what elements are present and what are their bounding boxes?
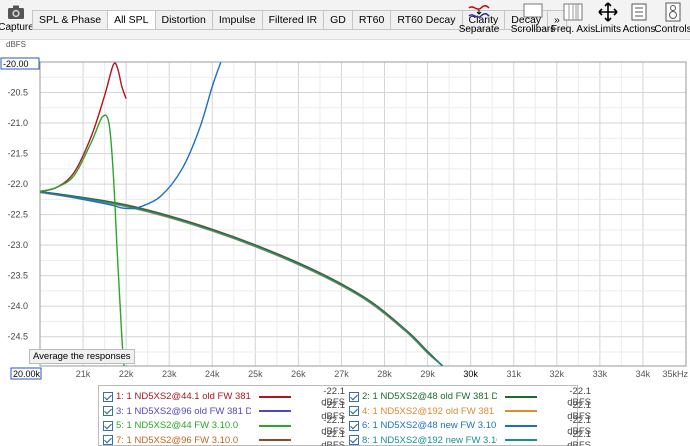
tab-5[interactable]: GD	[324, 10, 353, 30]
x-tick-label: 26k	[291, 369, 306, 379]
scrollbars-button[interactable]: Scrollbars	[510, 0, 556, 40]
scrollbars-label: Scrollbars	[510, 24, 556, 35]
legend-line-swatch	[259, 395, 291, 398]
y-tick-label: -24.0	[7, 301, 28, 311]
x-tick-label: 22k	[119, 369, 134, 379]
capture-button[interactable]: Capture	[0, 0, 34, 40]
trace-visibility-checkbox[interactable]	[349, 406, 359, 416]
x-tick-label: 31k	[506, 369, 521, 379]
y-tick-label: -21.0	[7, 118, 28, 128]
freq-axis-icon	[563, 3, 583, 21]
controls-button[interactable]: Controls	[654, 0, 690, 40]
legend-line-swatch	[259, 439, 291, 441]
speaker-controls-icon	[665, 2, 681, 22]
y-tick-label: -20.5	[7, 88, 28, 98]
actions-icon	[631, 3, 647, 21]
actions-button[interactable]: Actions	[622, 0, 656, 40]
legend-trace-name: 8: 1 ND5XS2@192 new FW 3.10	[362, 434, 497, 446]
trace-visibility-checkbox[interactable]	[103, 420, 113, 431]
y-max-label: -20.00	[3, 59, 29, 69]
trace-visibility-checkbox[interactable]	[103, 391, 113, 402]
spl-plot-svg: dBFS -20.00 -20.5 -21.0 -21.5 -22.0 -22.5 -23.0…	[0, 40, 688, 380]
spl-graph[interactable]: dBFS -20.00 -20.5 -21.0 -21.5 -22.0 -22.5 -23.0…	[0, 40, 690, 380]
controls-label: Controls	[654, 24, 690, 35]
trace-visibility-checkbox[interactable]	[349, 420, 359, 431]
x-tick-label: 28k	[377, 369, 392, 379]
x-tick-label: 24k	[205, 369, 220, 379]
tab-2[interactable]: Distortion	[155, 10, 213, 30]
y-tick-label: -23.0	[7, 240, 28, 250]
tab-1[interactable]: All SPL	[108, 10, 156, 30]
x-min-label: 20.00k	[13, 369, 41, 379]
legend-trace-name: 6: 1 ND5XS2@48 new FW 3.10.	[362, 420, 497, 431]
legend-trace-name: 3: 1 ND5XS2@96 old FW 381 D	[116, 405, 251, 417]
y-tick-label: -23.5	[7, 271, 28, 281]
capture-label: Capture	[0, 22, 34, 33]
limits-arrows-icon	[598, 2, 618, 22]
tab-0[interactable]: SPL & Phase	[32, 10, 109, 30]
trace-legend: 1: 1 ND5XS2@44.1 old FW 381 -22.1 dBFS 2: …	[98, 385, 591, 446]
x-tick-label: 30k	[463, 369, 478, 379]
y-tick-label: -24.5	[7, 332, 28, 342]
x-tick-label: 29k	[420, 369, 435, 379]
limits-button[interactable]: Limits	[594, 0, 622, 40]
trace-visibility-checkbox[interactable]	[103, 435, 113, 445]
x-tick-label: 23k	[162, 369, 177, 379]
trace-visibility-checkbox[interactable]	[349, 391, 359, 402]
legend-line-swatch	[505, 410, 537, 412]
trace-visibility-checkbox[interactable]	[103, 406, 113, 416]
tab-6[interactable]: RT60	[352, 10, 392, 30]
x-tick-label: 35kHz	[662, 369, 688, 379]
scrollbars-icon	[523, 3, 543, 18]
toolbar: Capture SPL & Phase All SPL Distortion Impu…	[0, 0, 690, 40]
freq-axis-label: Freq. Axis	[550, 24, 596, 35]
legend-trace-name: 1: 1 ND5XS2@44.1 old FW 381	[116, 391, 251, 402]
legend-line-swatch	[505, 439, 537, 441]
camera-icon	[8, 5, 24, 19]
freq-axis-button[interactable]: Freq. Axis	[551, 0, 595, 40]
x-tick-label: 25k	[248, 369, 263, 379]
separate-button[interactable]: Separate	[458, 0, 500, 40]
tab-3[interactable]: Impulse	[212, 10, 263, 30]
x-tick-label: 34k	[636, 369, 651, 379]
y-tick-label: -21.5	[7, 149, 28, 159]
actions-label: Actions	[622, 24, 656, 35]
y-tick-label: -22.0	[7, 179, 28, 189]
average-responses-button[interactable]: Average the responses	[29, 349, 135, 364]
legend-line-swatch	[259, 424, 291, 427]
separate-icon	[468, 4, 490, 18]
legend-item: 8: 1 ND5XS2@192 new FW 3.10 -22.1 dBFS	[349, 429, 591, 446]
trace-visibility-checkbox[interactable]	[349, 435, 359, 445]
x-tick-label: 33k	[593, 369, 608, 379]
x-tick-label: 27k	[334, 369, 349, 379]
legend-trace-name: 2: 1 ND5XS2@48 old FW 381 D	[362, 391, 497, 402]
y-unit-label: dBFS	[6, 40, 26, 49]
x-tick-label: 32k	[550, 369, 565, 379]
legend-line-swatch	[259, 410, 291, 412]
limits-label: Limits	[594, 24, 622, 35]
legend-item: 7: 1 ND5XS2@96 FW 3.10.0 -22.1 dBFS	[103, 429, 345, 446]
legend-line-swatch	[505, 395, 537, 398]
tab-7[interactable]: RT60 Decay	[391, 10, 463, 30]
legend-line-swatch	[505, 424, 537, 427]
y-tick-label: -22.5	[7, 210, 28, 220]
x-tick-label: 21k	[76, 369, 91, 379]
legend-trace-value: -22.1 dBFS	[567, 429, 591, 446]
tab-4[interactable]: Filtered IR	[262, 10, 325, 30]
legend-trace-value: -22.1 dBFS	[321, 429, 345, 446]
legend-trace-name: 5: 1 ND5XS2@44 FW 3.10.0	[116, 420, 239, 431]
separate-label: Separate	[458, 24, 500, 35]
legend-trace-name: 4: 1 ND5XS2@192 old FW 381	[362, 405, 495, 417]
legend-trace-name: 7: 1 ND5XS2@96 FW 3.10.0	[116, 434, 239, 446]
